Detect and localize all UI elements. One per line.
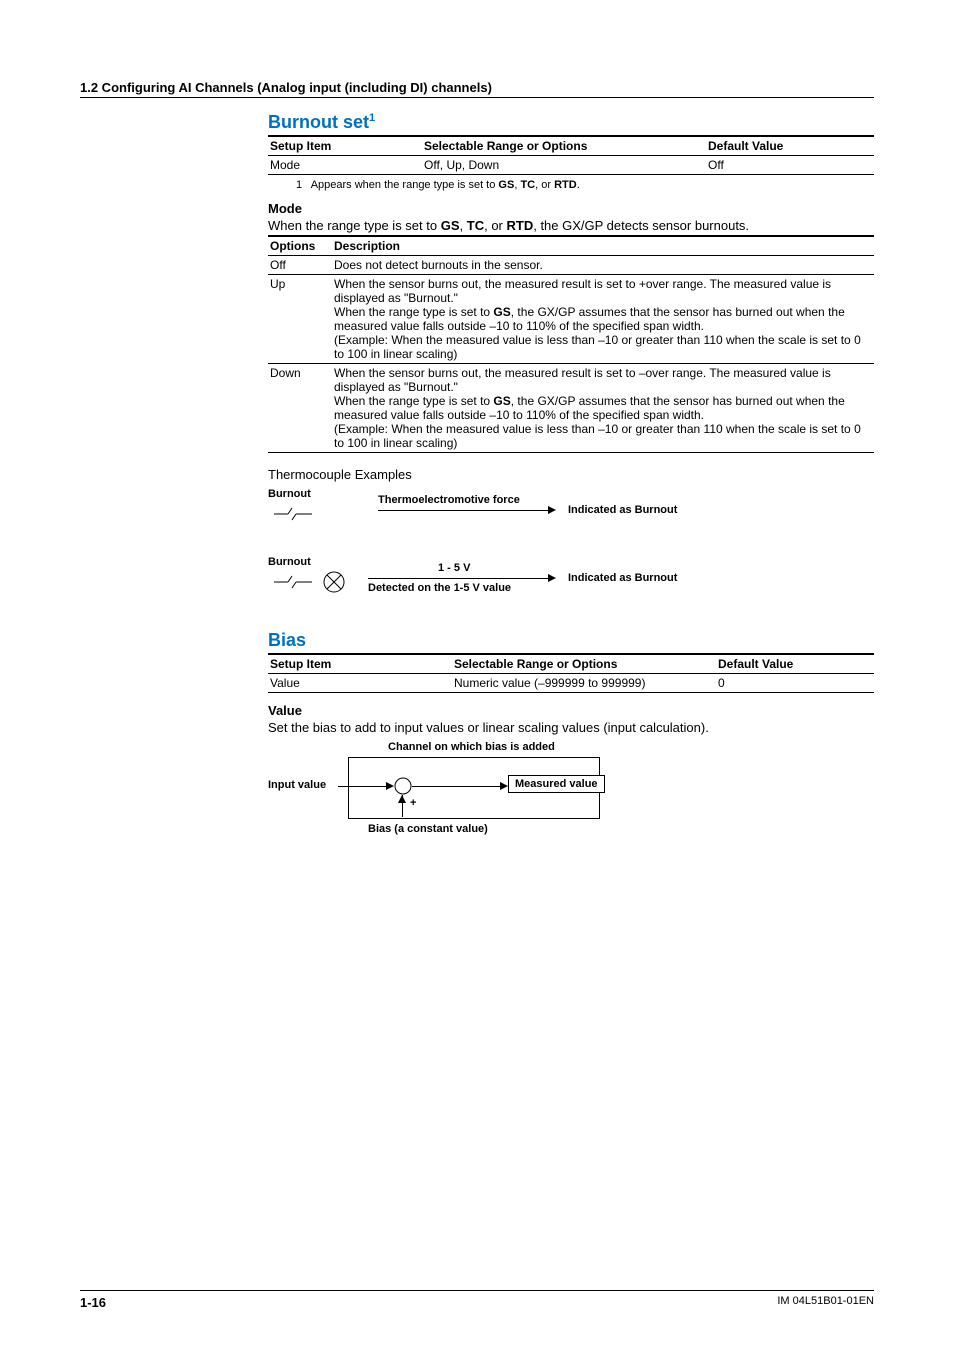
intro-gs: GS <box>441 218 460 233</box>
table-row: Down When the sensor burns out, the meas… <box>268 364 874 453</box>
cell-value: Value <box>268 674 452 693</box>
cell-down-desc: When the sensor burns out, the measured … <box>332 364 874 453</box>
d1-right-label: Indicated as Burnout <box>568 504 677 516</box>
circle-x-icon <box>322 570 346 594</box>
mode-intro: When the range type is set to GS, TC, or… <box>268 218 874 233</box>
d1-burnout-label: Burnout <box>268 488 311 500</box>
intro-tc: TC <box>467 218 484 233</box>
intro-pre: When the range type is set to <box>268 218 441 233</box>
d2-top-label: 1 - 5 V <box>438 562 470 574</box>
down-gs: GS <box>493 394 510 408</box>
intro-rtd: RTD <box>507 218 534 233</box>
table-row: Mode Off, Up, Down Off <box>268 156 874 175</box>
up-line3: (Example: When the measured value is les… <box>334 333 861 361</box>
heading-burnout-text: Burnout set <box>268 112 369 132</box>
section-header: 1.2 Configuring AI Channels (Analog inpu… <box>80 80 874 98</box>
cell-down: Down <box>268 364 332 453</box>
d1-top-label: Thermoelectromotive force <box>378 494 520 506</box>
mode-options-table: Options Description Off Does not detect … <box>268 235 874 453</box>
page-number: 1-16 <box>80 1295 106 1310</box>
break-icon <box>274 572 314 592</box>
measured-value-box: Measured value <box>508 775 605 793</box>
th-setup-item: Setup Item <box>268 136 422 156</box>
thermocouple-examples-title: Thermocouple Examples <box>268 467 874 482</box>
down-line2a: When the range type is set to <box>334 394 493 408</box>
th-description: Description <box>332 236 874 256</box>
sum-circle-icon <box>394 777 412 795</box>
footnote-sep2: , or <box>535 179 554 191</box>
cell-off: Off <box>268 256 332 275</box>
heading-burnout-set: Burnout set1 <box>268 112 874 133</box>
down-line1: When the sensor burns out, the measured … <box>334 366 831 394</box>
heading-mode: Mode <box>268 201 874 216</box>
th-default: Default Value <box>716 654 874 674</box>
intro-sep1: , <box>460 218 467 233</box>
cell-off-desc: Does not detect burnouts in the sensor. <box>332 256 874 275</box>
table-row: Value Numeric value (–999999 to 999999) … <box>268 674 874 693</box>
up-line2a: When the range type is set to <box>334 305 493 319</box>
cell-mode: Mode <box>268 156 422 175</box>
cell-up-desc: When the sensor burns out, the measured … <box>332 275 874 364</box>
value-text: Set the bias to add to input values or l… <box>268 720 874 735</box>
up-gs: GS <box>493 305 510 319</box>
d2-right-label: Indicated as Burnout <box>568 572 677 584</box>
cell-up: Up <box>268 275 332 364</box>
heading-bias: Bias <box>268 630 874 651</box>
bias-plus: + <box>410 797 416 809</box>
up-line1: When the sensor burns out, the measured … <box>334 277 831 305</box>
thermocouple-diagram-1: Burnout Thermoelectromotive force Indica… <box>268 488 874 548</box>
heading-value: Value <box>268 703 874 718</box>
footnote-burnout: 1 Appears when the range type is set to … <box>296 179 874 191</box>
th-selectable: Selectable Range or Options <box>422 136 706 156</box>
bias-diag-bottom: Bias (a constant value) <box>368 823 488 835</box>
cell-options: Off, Up, Down <box>422 156 706 175</box>
footnote-period: . <box>577 179 580 191</box>
th-options: Options <box>268 236 332 256</box>
th-selectable: Selectable Range or Options <box>452 654 716 674</box>
page-footer: 1-16 IM 04L51B01-01EN <box>80 1290 874 1310</box>
intro-post: , the GX/GP detects sensor burnouts. <box>533 218 749 233</box>
d2-burnout-label: Burnout <box>268 556 311 568</box>
cell-default: Off <box>706 156 874 175</box>
footnote-gs: GS <box>498 179 514 191</box>
burnout-setup-table: Setup Item Selectable Range or Options D… <box>268 135 874 175</box>
th-setup-item: Setup Item <box>268 654 452 674</box>
footnote-rtd: RTD <box>554 179 577 191</box>
footnote-tc: TC <box>520 179 535 191</box>
th-default: Default Value <box>706 136 874 156</box>
d2-bottom-label: Detected on the 1-5 V value <box>368 582 511 594</box>
doc-id: IM 04L51B01-01EN <box>777 1295 874 1310</box>
footnote-number: 1 <box>296 179 302 191</box>
thermocouple-diagram-2: Burnout 1 - 5 V Detected on the 1-5 V va… <box>268 556 874 622</box>
cell-range: Numeric value (–999999 to 999999) <box>452 674 716 693</box>
footnote-text-pre: Appears when the range type is set to <box>311 179 499 191</box>
bias-diag-left: Input value <box>268 779 326 791</box>
table-row: Off Does not detect burnouts in the sens… <box>268 256 874 275</box>
bias-diagram: Channel on which bias is added Input val… <box>268 741 874 851</box>
heading-burnout-sup: 1 <box>369 112 375 124</box>
bias-diag-top: Channel on which bias is added <box>388 741 555 753</box>
table-row: Up When the sensor burns out, the measur… <box>268 275 874 364</box>
down-line3: (Example: When the measured value is les… <box>334 422 861 450</box>
bias-setup-table: Setup Item Selectable Range or Options D… <box>268 653 874 693</box>
cell-default: 0 <box>716 674 874 693</box>
break-icon <box>274 504 314 524</box>
intro-sep2: , or <box>484 218 506 233</box>
